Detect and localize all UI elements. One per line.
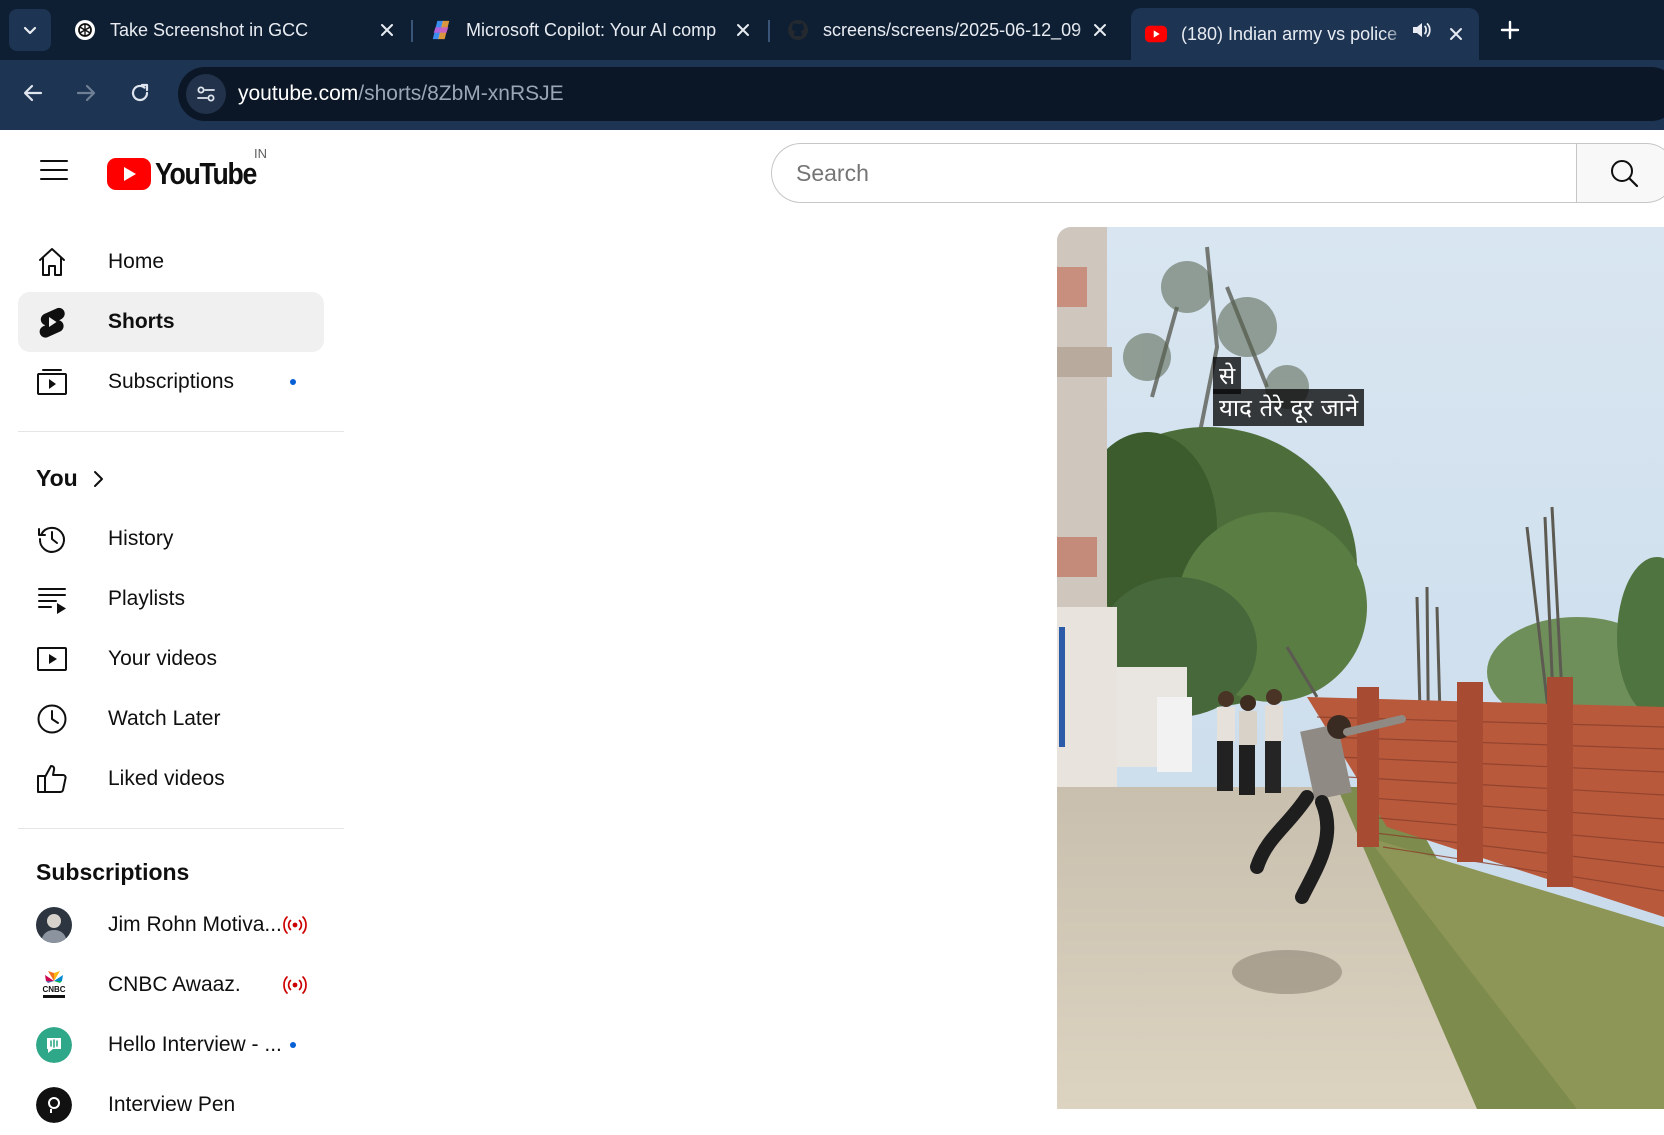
sidebar-item-label: History	[108, 527, 174, 550]
subscription-name: Jim Rohn Motiva...	[108, 913, 282, 936]
sidebar-item-liked-videos[interactable]: Liked videos	[18, 749, 324, 809]
sidebar-item-your-videos[interactable]: Your videos	[18, 629, 324, 689]
sidebar-item-label: Shorts	[108, 310, 175, 333]
browser-tab[interactable]: Take Screenshot in GCC	[60, 8, 410, 52]
address-bar[interactable]: youtube.com/shorts/8ZbM-xnRSJE	[178, 67, 1664, 121]
sidebar-divider	[18, 431, 344, 432]
close-icon[interactable]	[1087, 17, 1113, 43]
subscription-item[interactable]: CNBC CNBC Awaaz.	[18, 955, 324, 1015]
youtube-wordmark: YouTube	[155, 156, 257, 191]
thumbs-up-icon	[36, 763, 68, 795]
watch-later-icon	[36, 703, 68, 735]
your-videos-icon	[36, 643, 68, 675]
sidebar-item-playlists[interactable]: Playlists	[18, 569, 324, 629]
avatar	[36, 1027, 72, 1063]
country-code: IN	[254, 146, 267, 161]
playlists-icon	[36, 583, 68, 615]
tab-separator	[768, 20, 770, 42]
live-broadcast-icon	[283, 916, 307, 934]
sidebar-item-watch-later[interactable]: Watch Later	[18, 689, 324, 749]
url-host: youtube.com	[238, 82, 359, 105]
search-placeholder: Search	[796, 159, 869, 186]
subscriptions-section-title: Subscriptions	[36, 859, 190, 885]
tab-title: screens/screens/2025-06-12_09	[823, 19, 1082, 40]
arrow-left-icon	[23, 84, 43, 102]
browser-tab[interactable]: Microsoft Copilot: Your AI comp	[416, 8, 766, 52]
new-content-dot	[290, 379, 296, 385]
arrow-right-icon	[76, 84, 96, 102]
new-tab-button[interactable]	[1492, 12, 1528, 48]
close-icon[interactable]	[374, 17, 400, 43]
guide-sidebar: Home Shorts Subscriptions You History Pl…	[0, 215, 348, 1123]
sidebar-divider	[18, 828, 344, 829]
chevron-right-icon	[93, 470, 103, 487]
search-button[interactable]	[1576, 143, 1664, 203]
new-content-dot	[290, 1042, 296, 1048]
subscription-item[interactable]: Interview Pen	[18, 1075, 324, 1135]
copilot-icon	[430, 19, 452, 41]
youtube-logo[interactable]: YouTube IN	[107, 146, 273, 192]
sidebar-item-label: Playlists	[108, 587, 186, 610]
subscription-name: Interview Pen	[108, 1093, 236, 1116]
site-info-button[interactable]	[186, 74, 226, 114]
browser-tab-strip: Take Screenshot in GCC Microsoft Copilot…	[0, 0, 1664, 60]
shorts-icon	[36, 306, 68, 338]
reload-icon	[131, 83, 149, 102]
tab-separator	[411, 20, 413, 42]
sidebar-item-label: Your videos	[108, 647, 217, 670]
forward-button[interactable]	[68, 75, 104, 111]
avatar	[36, 907, 72, 943]
subscription-item[interactable]: Hello Interview - ...	[18, 1015, 324, 1075]
you-section-header[interactable]: You	[36, 465, 106, 492]
github-icon	[787, 19, 809, 41]
url-path: /shorts/8ZbM-xnRSJE	[358, 82, 564, 105]
svg-text:CNBC: CNBC	[42, 985, 65, 994]
sidebar-item-home[interactable]: Home	[18, 232, 324, 292]
plus-icon	[1500, 20, 1520, 40]
browser-tab[interactable]: screens/screens/2025-06-12_09	[773, 8, 1123, 52]
chevron-down-icon	[23, 26, 37, 35]
sidebar-item-label: Home	[108, 250, 165, 273]
search-icon	[1611, 160, 1639, 188]
youtube-masthead: YouTube IN Search	[0, 130, 1664, 215]
sidebar-item-history[interactable]: History	[18, 509, 324, 569]
close-icon[interactable]	[1443, 21, 1469, 47]
sidebar-item-label: Liked videos	[108, 767, 225, 790]
sidebar-item-label: Subscriptions	[108, 370, 235, 393]
shorts-video-player[interactable]: से याद तेरे दूर जाने	[1057, 227, 1664, 1109]
reload-button[interactable]	[122, 75, 158, 111]
url-text: youtube.com/shorts/8ZbM-xnRSJE	[238, 82, 564, 106]
history-icon	[36, 523, 68, 555]
youtube-logo-icon	[107, 158, 151, 190]
youtube-icon	[1145, 23, 1167, 45]
home-icon	[36, 246, 68, 278]
subscriptions-icon	[36, 366, 68, 398]
tab-title: Take Screenshot in GCC	[110, 19, 309, 40]
tab-search-button[interactable]	[9, 9, 51, 51]
caption-line-2: याद तेरे दूर जाने	[1213, 389, 1365, 426]
sidebar-item-subscriptions[interactable]: Subscriptions	[18, 352, 324, 412]
hamburger-menu-icon	[40, 160, 68, 180]
video-frame	[1057, 227, 1664, 1109]
close-icon[interactable]	[730, 17, 756, 43]
openai-icon	[74, 19, 96, 41]
avatar	[36, 1087, 72, 1123]
sidebar-item-label: Watch Later	[108, 707, 221, 730]
sidebar-item-shorts[interactable]: Shorts	[18, 292, 324, 352]
you-section-title: You	[36, 465, 78, 491]
tab-title: Microsoft Copilot: Your AI comp	[466, 19, 717, 40]
search-input[interactable]: Search	[771, 143, 1579, 203]
guide-menu-button[interactable]	[36, 152, 72, 188]
speaker-icon[interactable]	[1411, 20, 1433, 45]
subscription-name: CNBC Awaaz.	[108, 973, 241, 996]
tune-icon	[197, 86, 215, 102]
live-broadcast-icon	[283, 976, 307, 994]
browser-toolbar: youtube.com/shorts/8ZbM-xnRSJE	[0, 60, 1664, 130]
cnbc-logo-icon: CNBC	[36, 967, 72, 1003]
back-button[interactable]	[15, 75, 51, 111]
subscription-name: Hello Interview - ...	[108, 1033, 282, 1056]
tab-title: (180) Indian army vs police	[1181, 23, 1398, 44]
browser-tab-active[interactable]: (180) Indian army vs police	[1131, 8, 1479, 60]
subscription-item[interactable]: Jim Rohn Motiva...	[18, 895, 324, 955]
